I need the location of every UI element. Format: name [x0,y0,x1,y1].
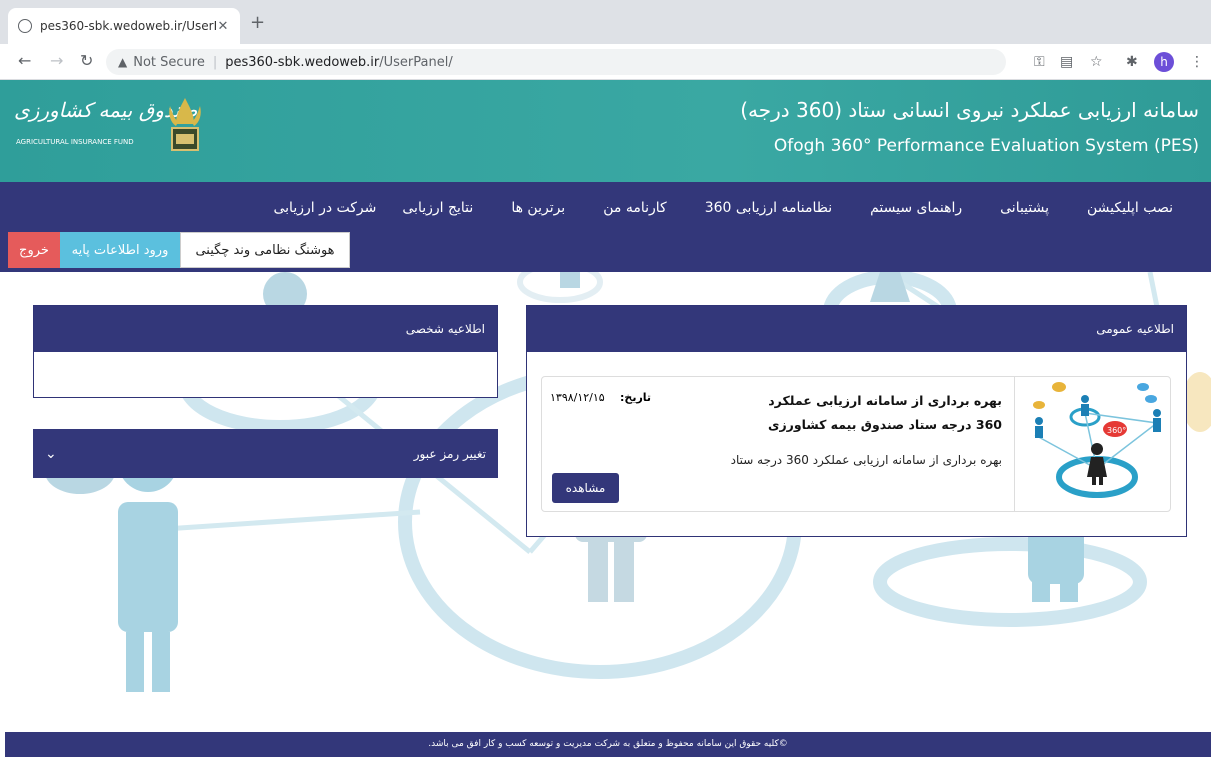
news-card: 360° بهره برداری از سامانه ارزیابی عملکر… [541,376,1171,512]
address-bar[interactable]: ▲ Not Secure | pes360-sbk.wedoweb.ir /Us… [106,49,1006,75]
chevron-down-icon[interactable]: ⌄ [45,446,57,462]
nav-item-top[interactable]: برترین ها [511,200,565,216]
nav-item-guide[interactable]: راهنمای سیستم [870,200,962,216]
personal-notice-panel: اطلاعیه شخصی [33,305,498,398]
public-notice-heading: اطلاعیه عمومی [527,306,1186,352]
user-name-button[interactable]: هوشنگ نظامی وند چگینی [180,232,350,268]
omnibox-separator: | [212,54,218,70]
site-header: سامانه ارزیابی عملکرد نیروی انسانی ستاد … [0,80,1211,182]
svg-text:360°: 360° [1107,426,1126,435]
url-path: /UserPanel/ [379,54,453,70]
footer: ©کلیه حقوق این سامانه محفوظ و متعلق به ش… [5,732,1211,757]
news-title[interactable]: بهره برداری از سامانه ارزیابی عملکرد 360… [742,389,1002,437]
browser-tab[interactable]: pes360-sbk.wedoweb.ir/UserP ✕ [8,8,240,44]
base-info-button[interactable]: ورود اطلاعات پایه [60,232,180,268]
not-secure-label: Not Secure [133,54,205,70]
close-tab-icon[interactable]: ✕ [216,19,230,34]
change-password-panel[interactable]: تغییر رمز عبور ⌄ [33,429,498,478]
globe-icon [18,19,32,33]
logo-text-en: AGRICULTURAL INSURANCE FUND [16,138,134,146]
warning-icon: ▲ [118,55,128,69]
browser-toolbar: ← → ↻ ▲ Not Secure | pes360-sbk.wedoweb.… [0,44,1211,80]
nav-item-regulations[interactable]: نظامنامه ارزیابی 360 [705,200,832,216]
main-navbar: شرکت در ارزیابی نتایج ارزیابی برترین ها … [0,182,1211,272]
site-title-en: Ofogh 360° Performance Evaluation System… [773,136,1199,156]
browser-tabbar: pes360-sbk.wedoweb.ir/UserP ✕ + [0,0,1211,44]
view-button[interactable]: مشاهده [552,473,619,503]
nav-item-support[interactable]: پشتیبانی [1000,200,1049,216]
people-network-icon: 360° [1033,382,1161,498]
star-icon[interactable]: ☆ [1090,53,1103,71]
user-actions: خروج ورود اطلاعات پایه هوشنگ نظامی وند چ… [8,232,350,268]
nav-item-results[interactable]: نتایج ارزیابی [402,200,473,216]
key-icon[interactable]: ⚿ [1034,53,1045,71]
back-icon[interactable]: ← [18,52,31,70]
new-tab-button[interactable]: + [250,14,265,32]
site-title-fa: سامانه ارزیابی عملکرد نیروی انسانی ستاد … [740,98,1199,122]
change-password-header[interactable]: تغییر رمز عبور ⌄ [33,429,498,478]
exit-button[interactable]: خروج [8,232,60,268]
news-date: ۱۳۹۸/۱۲/۱۵ [550,391,605,404]
tab-title: pes360-sbk.wedoweb.ir/UserP [40,19,216,33]
extensions-icon[interactable]: ✱ [1126,53,1138,71]
url-domain: pes360-sbk.wedoweb.ir [225,54,380,70]
nav-item-participate[interactable]: شرکت در ارزیابی [273,200,376,216]
news-description: بهره برداری از سامانه ارزیابی عملکرد 360… [730,453,1002,467]
menu-icon[interactable]: ⋮ [1190,53,1204,71]
news-date-label: تاریخ: [620,391,652,404]
personal-notice-heading: اطلاعیه شخصی [34,306,497,352]
news-image: 360° [1014,377,1170,511]
emblem-icon [169,98,201,151]
change-password-label: تغییر رمز عبور [413,446,486,461]
reload-icon[interactable]: ↻ [80,52,93,70]
nav-menu: شرکت در ارزیابی نتایج ارزیابی برترین ها … [273,182,1211,234]
nav-item-install-app[interactable]: نصب اپلیکیشن [1087,200,1173,216]
forward-icon[interactable]: → [50,52,63,70]
translate-icon[interactable]: ▤ [1060,53,1073,71]
nav-item-report-card[interactable]: کارنامه من [603,200,666,216]
public-notice-panel: اطلاعیه عمومی 360° بهره برداری از سامانه… [526,305,1187,537]
profile-avatar[interactable]: h [1154,52,1174,72]
